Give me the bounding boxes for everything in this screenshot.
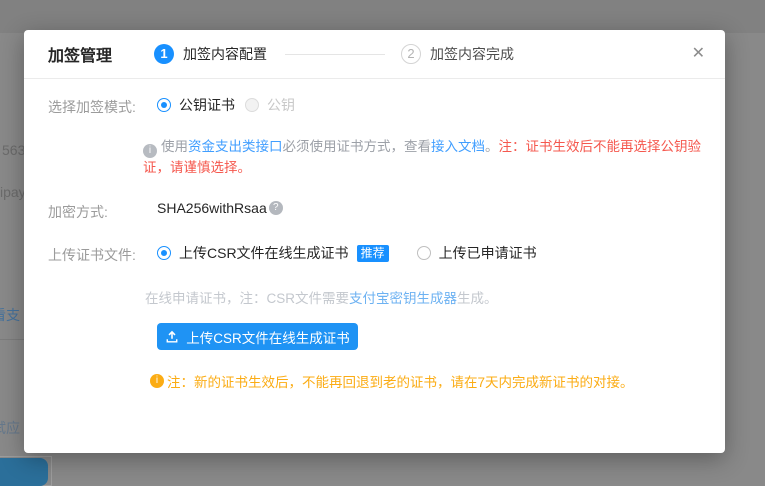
radio-upload-existing[interactable]	[417, 246, 431, 260]
warning-info-icon: i	[150, 374, 164, 388]
notice-text-1: 使用	[161, 139, 188, 154]
encryption-value: SHA256withRsaa	[157, 200, 267, 216]
upload-csr-button[interactable]: 上传CSR文件在线生成证书	[157, 323, 358, 350]
sign-management-dialog: 加签管理 1 加签内容配置 2 加签内容完成 ✕ 选择加签模式: 公钥证书 公钥…	[24, 30, 725, 453]
helper-text-2: 生成。	[457, 291, 498, 306]
sign-mode-options: 公钥证书 公钥	[157, 95, 295, 115]
upload-icon	[165, 330, 179, 344]
cert-mode-notice: i使用资金支出类接口必须使用证书方式，查看接入文档。注：证书生效后不能再选择公钥…	[143, 137, 711, 177]
radio-public-key-cert[interactable]	[157, 98, 171, 112]
radio-public-key[interactable]	[245, 98, 259, 112]
notice-text-2: 必须使用证书方式，查看	[283, 139, 432, 154]
encryption-label: 加密方式:	[48, 202, 108, 222]
step-2-label: 加签内容完成	[430, 44, 514, 64]
step-1-number-icon: 1	[154, 44, 174, 64]
bg-partial-gateway: ipay	[0, 184, 26, 200]
upload-mode-label: 上传证书文件:	[48, 245, 136, 265]
radio-upload-csr-label[interactable]: 上传CSR文件在线生成证书	[179, 243, 349, 263]
dialog-header: 加签管理 1 加签内容配置 2 加签内容完成 ✕	[24, 30, 725, 79]
bg-blue-button	[0, 458, 48, 486]
step-connector	[285, 54, 385, 55]
csr-helper-text: 在线申请证书，注：CSR文件需要支付宝密钥生成器生成。	[145, 287, 498, 307]
radio-public-key-cert-label[interactable]: 公钥证书	[179, 95, 235, 115]
bg-partial-link: 看支	[0, 305, 20, 325]
info-icon: i	[143, 144, 157, 158]
step-1: 1 加签内容配置	[154, 44, 267, 64]
keygen-tool-link[interactable]: 支付宝密钥生成器	[349, 291, 457, 306]
step-2-number-icon: 2	[401, 44, 421, 64]
stepper: 1 加签内容配置 2 加签内容完成	[154, 44, 514, 64]
helper-text-1: 在线申请证书，注：CSR文件需要	[145, 291, 349, 306]
recommended-badge: 推荐	[357, 245, 389, 262]
bg-partial-app-link: 试应	[0, 418, 20, 438]
dialog-title: 加签管理	[48, 42, 112, 66]
step-2: 2 加签内容完成	[401, 44, 514, 64]
funds-api-link[interactable]: 资金支出类接口	[188, 139, 283, 154]
page-header-band	[0, 0, 765, 33]
bg-partial-number: 563	[2, 142, 25, 158]
encryption-value-row: SHA256withRsaa ?	[157, 200, 283, 216]
radio-upload-existing-label[interactable]: 上传已申请证书	[439, 243, 537, 263]
upload-mode-options: 上传CSR文件在线生成证书 推荐 上传已申请证书	[157, 243, 537, 263]
notice-text-3: 。	[485, 139, 499, 154]
sign-mode-label: 选择加签模式:	[48, 97, 136, 117]
upload-button-label: 上传CSR文件在线生成证书	[186, 327, 350, 347]
question-icon[interactable]: ?	[269, 201, 283, 215]
step-1-label: 加签内容配置	[183, 44, 267, 64]
cert-switch-warning: i 注：新的证书生效后，不能再回退到老的证书，请在7天内完成新证书的对接。	[150, 371, 634, 391]
radio-public-key-label[interactable]: 公钥	[267, 95, 295, 115]
docs-link[interactable]: 接入文档	[431, 139, 485, 154]
close-icon[interactable]: ✕	[692, 46, 705, 62]
radio-upload-csr[interactable]	[157, 246, 171, 260]
bg-divider	[0, 339, 24, 340]
warning-text: 注：新的证书生效后，不能再回退到老的证书，请在7天内完成新证书的对接。	[167, 371, 634, 391]
